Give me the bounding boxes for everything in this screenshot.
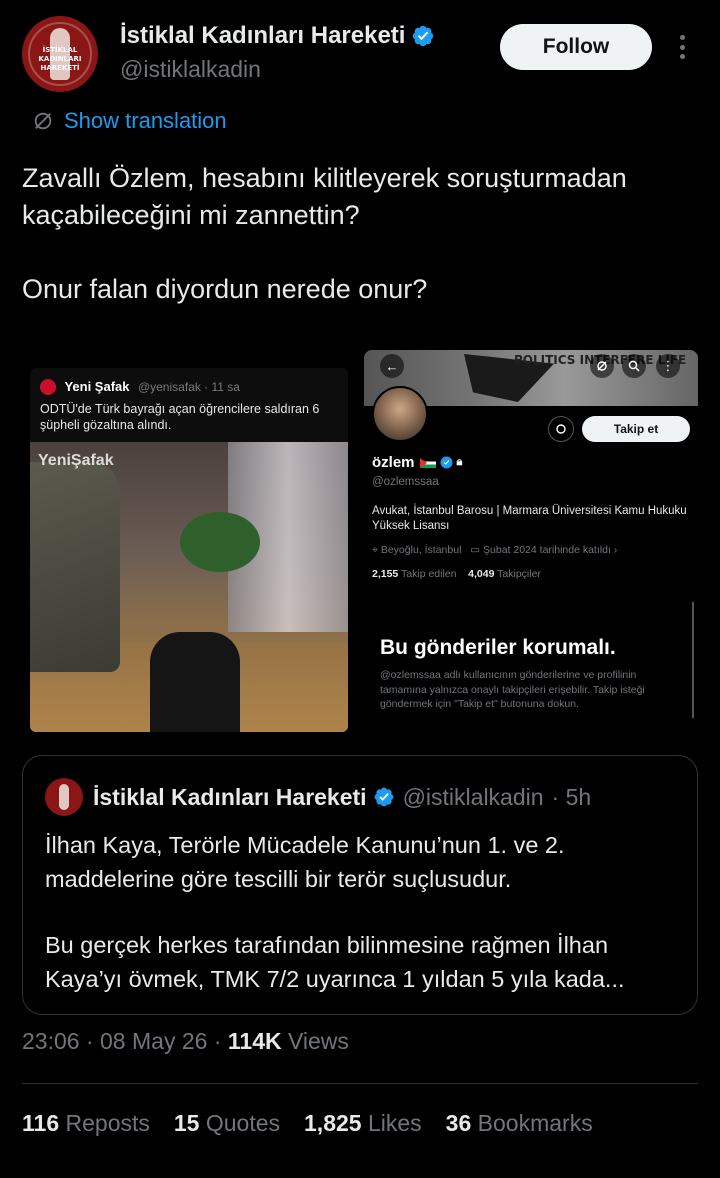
- tweet-time[interactable]: 23:06: [22, 1028, 80, 1054]
- reposts-label: Reposts: [65, 1110, 150, 1136]
- more-dot: [679, 54, 685, 59]
- palestine-flag-icon: [419, 457, 436, 468]
- calendar-icon: ▭: [470, 544, 484, 556]
- profile-avatar: [372, 386, 428, 442]
- profile-name: özlem: [372, 454, 415, 471]
- engagement-stats: 116 Reposts 15 Quotes 1,825 Likes 36 Boo…: [22, 1110, 617, 1137]
- separator-dot: ·: [85, 1028, 101, 1054]
- protected-body: @ozlemssaa adlı kullanıcının gönderileri…: [380, 669, 645, 710]
- separator-dot: ·: [213, 1028, 228, 1054]
- photo-watermark: YeniŞafak: [38, 452, 114, 469]
- verified-badge-icon: [374, 787, 393, 807]
- likes-count: 1,825: [304, 1110, 362, 1136]
- tweet-paragraph: Onur falan diyordun nerede onur?: [22, 274, 428, 304]
- scrollbar: [692, 602, 694, 718]
- followers-count: 4,049: [468, 568, 495, 580]
- news-photo: YeniŞafak: [30, 442, 348, 732]
- quotes-stat[interactable]: 15 Quotes: [174, 1110, 280, 1137]
- tweet-text: Zavallı Özlem, hesabını kilitleyerek sor…: [22, 160, 692, 345]
- following-count: 2,155: [372, 568, 399, 580]
- profile-handle: @ozlemssaa: [372, 476, 439, 488]
- author-avatar[interactable]: İSTİKLAL KADINLARI HAREKETİ: [22, 16, 98, 92]
- news-source-handle: @yenisafak · 11 sa: [137, 379, 240, 394]
- author-handle[interactable]: @istiklalkadin: [120, 56, 261, 83]
- reposts-stat[interactable]: 116 Reposts: [22, 1110, 150, 1137]
- verified-badge-icon: [440, 456, 452, 469]
- show-translation-label: Show translation: [64, 108, 227, 133]
- quoted-paragraph: Bu gerçek herkes tarafından bilinmesine …: [45, 932, 625, 992]
- news-headline: ODTÜ'de Türk bayrağı açan öğrencilere sa…: [40, 402, 320, 432]
- lock-icon: 🔒︎: [456, 456, 463, 468]
- more-options-icon[interactable]: [668, 32, 696, 62]
- more-dot: [679, 44, 685, 50]
- back-arrow-icon: ←: [380, 354, 404, 378]
- likes-stat[interactable]: 1,825 Likes: [304, 1110, 422, 1137]
- translate-icon: [34, 112, 52, 130]
- follow-button[interactable]: Follow: [500, 24, 652, 70]
- avatar-logo-text: İSTİKLAL KADINLARI HAREKETİ: [38, 46, 82, 72]
- quoted-author-handle: @istiklalkadin: [402, 783, 544, 810]
- chevron-right-icon: ›: [613, 544, 618, 556]
- tweet-paragraph: Zavallı Özlem, hesabını kilitleyerek sor…: [22, 163, 627, 230]
- quotes-count: 15: [173, 1110, 200, 1136]
- quotes-label: Quotes: [205, 1110, 281, 1136]
- views-label: Views: [287, 1028, 349, 1054]
- tweet-meta: 23:06 · 08 May 26 · 114K Views: [22, 1028, 349, 1055]
- news-source-name: Yeni Şafak: [64, 379, 130, 395]
- quoted-tweet-header: İstiklal Kadınları Hareketi @istiklalkad…: [45, 778, 591, 816]
- tweet-media[interactable]: Yeni Şafak @yenisafak · 11 sa ODTÜ'de Tü…: [22, 348, 698, 738]
- photo-detained-person: [150, 632, 240, 732]
- author-name-row: İstiklal Kadınları Hareketi: [120, 22, 435, 50]
- media-screenshot-news[interactable]: Yeni Şafak @yenisafak · 11 sa ODTÜ'de Tü…: [30, 368, 348, 732]
- profile-stats: 2,155 Takip edilen 4,049 Takipçiler: [372, 568, 541, 580]
- profile-location: Beyoğlu, İstanbul: [380, 544, 462, 556]
- more-options-icon: ⋮: [656, 354, 680, 378]
- views-count: 114K: [227, 1028, 282, 1054]
- reposts-count: 116: [22, 1110, 60, 1136]
- show-translation-link[interactable]: Show translation: [32, 108, 227, 134]
- location-pin-icon: ⌖: [372, 544, 381, 556]
- search-icon: [622, 354, 646, 378]
- profile-name-row: özlem 🔒︎: [372, 454, 462, 471]
- tweet-date[interactable]: 08 May 26: [100, 1028, 207, 1054]
- share-icon: [590, 354, 614, 378]
- likes-label: Likes: [367, 1110, 422, 1136]
- news-header: Yeni Şafak @yenisafak · 11 sa ODTÜ'de Tü…: [40, 378, 340, 433]
- profile-meta: ⌖ Beyoğlu, İstanbul ▭ Şubat 2024 tarihin…: [372, 544, 617, 557]
- bookmarks-count: 36: [445, 1110, 472, 1136]
- quoted-author-avatar: [45, 778, 83, 816]
- following-label: Takip edilen: [401, 568, 457, 580]
- quoted-author-name: İstiklal Kadınları Hareketi: [93, 783, 367, 810]
- quoted-tweet-text: İlhan Kaya, Terörle Mücadele Kanunu’nun …: [45, 828, 685, 1028]
- news-logo: [40, 378, 56, 395]
- grok-icon: [548, 416, 574, 442]
- bookmarks-stat[interactable]: 36 Bookmarks: [446, 1110, 593, 1137]
- quoted-paragraph: İlhan Kaya, Terörle Mücadele Kanunu’nun …: [45, 832, 565, 892]
- protected-title: Bu gönderiler korumalı.: [380, 636, 616, 659]
- more-dot: [679, 35, 685, 40]
- divider: [22, 1083, 698, 1084]
- profile-joined: Şubat 2024 tarihinde katıldı: [483, 544, 611, 556]
- media-screenshot-profile[interactable]: POLITICS INTERFERE LIFE ← ⋮ Takip et özl…: [364, 350, 698, 736]
- author-display-name[interactable]: İstiklal Kadınları Hareketi: [120, 22, 405, 50]
- photo-plant: [180, 512, 260, 572]
- tweet-header: İSTİKLAL KADINLARI HAREKETİ İstiklal Kad…: [22, 14, 698, 94]
- quoted-tweet[interactable]: İstiklal Kadınları Hareketi @istiklalkad…: [22, 755, 698, 1015]
- verified-badge-icon[interactable]: [411, 24, 435, 48]
- followers-label: Takipçiler: [497, 568, 541, 580]
- photo-officer: [30, 462, 120, 672]
- profile-bio: Avukat, İstanbul Barosu | Marmara Üniver…: [372, 505, 687, 532]
- profile-follow-button: Takip et: [582, 416, 690, 442]
- bookmarks-label: Bookmarks: [477, 1110, 593, 1136]
- quoted-tweet-time: · 5h: [551, 783, 592, 810]
